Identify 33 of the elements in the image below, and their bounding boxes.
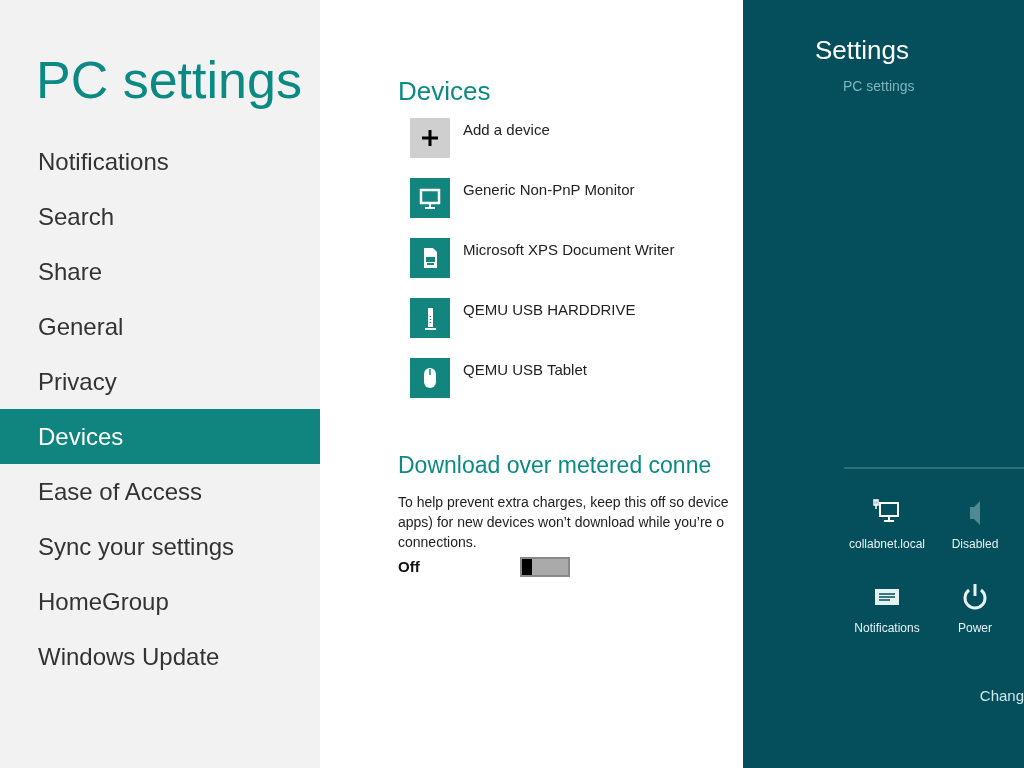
monitor-icon[interactable]: [410, 178, 450, 218]
device-name[interactable]: QEMU USB Tablet: [463, 359, 587, 382]
nav-item[interactable]: Share: [0, 244, 320, 299]
nav-item[interactable]: Windows Update: [0, 629, 320, 684]
nav-item[interactable]: Devices: [0, 409, 320, 464]
drive-icon[interactable]: [410, 298, 450, 338]
pc-settings-link[interactable]: PC settings: [843, 76, 915, 97]
device-name[interactable]: Add a device: [463, 119, 550, 142]
description-text: To help prevent extra charges, keep this off so device apps) for new devices won’t download while you’re o connections.: [398, 493, 729, 552]
nav-item[interactable]: Ease of Access: [0, 464, 320, 519]
device-name[interactable]: Generic Non-PnP Monitor: [463, 179, 635, 202]
device-name[interactable]: Microsoft XPS Document Writer: [463, 239, 675, 262]
nav-item[interactable]: HomeGroup: [0, 574, 320, 629]
device-name[interactable]: QEMU USB HARDDRIVE: [463, 299, 636, 322]
printer-icon[interactable]: [410, 238, 450, 278]
page-title: PC settings: [36, 50, 302, 111]
charm-title: Settings: [815, 34, 909, 66]
toggle-state-label: Off: [398, 557, 421, 577]
nav-item[interactable]: Notifications: [0, 134, 320, 189]
section-heading: Download over metered conne: [398, 451, 712, 480]
quick-setting-button[interactable]: Disabled: [931, 497, 1019, 553]
nav-item[interactable]: Privacy: [0, 354, 320, 409]
add-icon[interactable]: [410, 118, 450, 158]
section-heading: Devices: [398, 76, 491, 106]
toggle-switch[interactable]: [520, 557, 570, 578]
quick-setting-button[interactable]: collabnet.local: [843, 497, 931, 553]
change-pc-settings-link[interactable]: Chang: [979, 685, 1024, 708]
nav-item[interactable]: Search: [0, 189, 320, 244]
nav-item[interactable]: Sync your settings: [0, 519, 320, 574]
mouse-icon[interactable]: [410, 358, 450, 398]
nav-item[interactable]: General: [0, 299, 320, 354]
quick-setting-button[interactable]: Power: [931, 581, 1019, 637]
quick-setting-button[interactable]: Notifications: [843, 581, 931, 637]
